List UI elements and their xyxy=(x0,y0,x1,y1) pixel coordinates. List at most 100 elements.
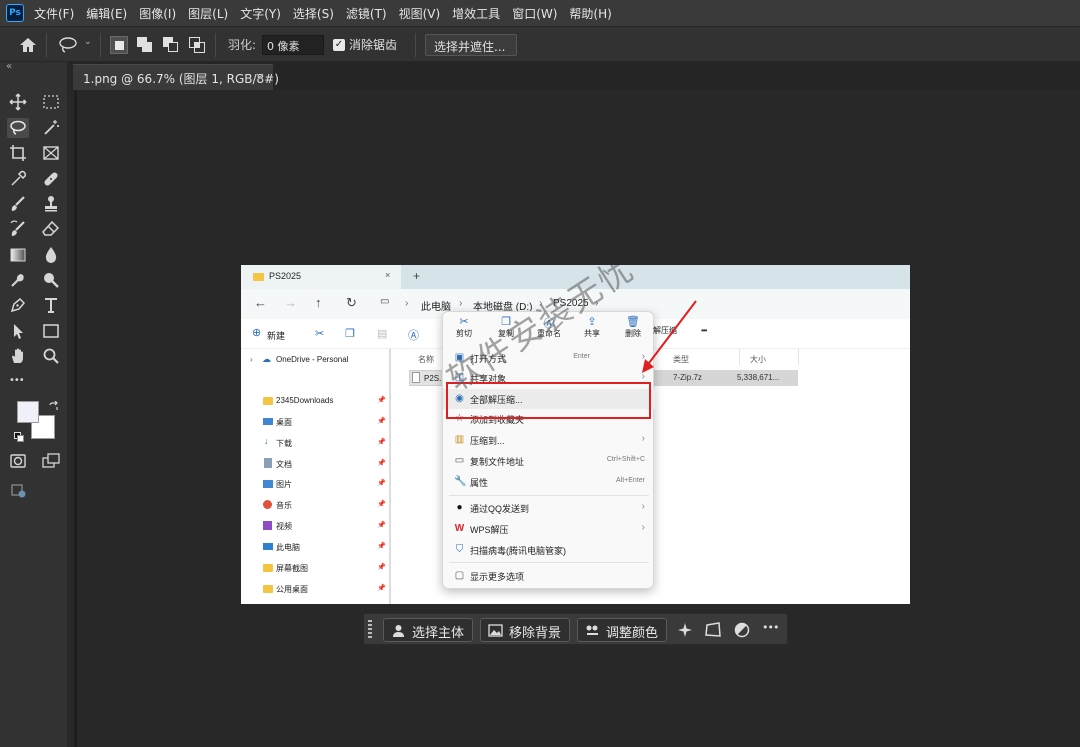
eyedropper-tool-icon[interactable] xyxy=(7,169,29,189)
healing-brush-tool-icon[interactable] xyxy=(40,169,62,189)
menu-plugins[interactable]: 增效工具 xyxy=(452,5,500,22)
divider xyxy=(100,33,101,57)
close-tab-icon[interactable]: × xyxy=(255,70,265,84)
nav-music[interactable]: 音乐 📌 xyxy=(276,500,386,514)
close-icon[interactable]: × xyxy=(385,270,390,280)
forward-icon[interactable]: → xyxy=(284,295,297,310)
menu-compress-to[interactable]: ▥ 压缩到... › xyxy=(443,430,655,450)
menu-properties[interactable]: 🔧 属性 Alt+Enter xyxy=(443,472,655,492)
nav-onedrive[interactable]: OneDrive - Personal xyxy=(276,355,348,369)
new-icon: ⊕ xyxy=(252,327,262,339)
new-selection-icon[interactable] xyxy=(110,36,128,54)
menu-send-via-qq[interactable]: ● 通过QQ发送到 › xyxy=(443,498,655,518)
eraser-tool-icon[interactable] xyxy=(40,219,62,239)
frame-tool-icon[interactable] xyxy=(40,143,62,163)
type-tool-icon[interactable] xyxy=(40,295,62,315)
intersect-selection-icon[interactable] xyxy=(188,36,206,54)
history-brush-tool-icon[interactable] xyxy=(7,219,29,239)
magic-wand-tool-icon[interactable] xyxy=(40,118,62,138)
feather-input[interactable]: 0 像素 xyxy=(262,35,324,55)
column-name[interactable]: 名称 xyxy=(418,354,434,365)
smudge-tool-icon[interactable] xyxy=(40,270,62,290)
marquee-tool-icon[interactable] xyxy=(40,92,62,112)
column-divider xyxy=(798,349,799,365)
brush-tool-icon[interactable] xyxy=(7,194,29,214)
menu-type[interactable]: 文字(Y) xyxy=(240,5,281,22)
foreground-color-swatch[interactable] xyxy=(17,401,39,423)
nav-public-desktop[interactable]: 公用桌面 📌 xyxy=(276,584,386,598)
menu-virus-scan[interactable]: ⛉ 扫描病毒(腾讯电脑管家) xyxy=(443,540,655,560)
antialias-checkbox[interactable]: ✓ xyxy=(333,39,345,51)
sparkle-icon[interactable] xyxy=(676,621,694,639)
add-selection-icon[interactable] xyxy=(136,36,154,54)
select-subject-button[interactable]: 选择主体 xyxy=(383,618,474,642)
transform-icon[interactable] xyxy=(704,621,722,639)
column-size[interactable]: 大小 xyxy=(750,354,766,365)
menu-filter[interactable]: 滤镜(T) xyxy=(346,5,387,22)
dodge-tool-icon[interactable] xyxy=(7,270,29,290)
nav-this-pc[interactable]: 此电脑 📌 xyxy=(276,542,386,556)
hand-tool-icon[interactable] xyxy=(7,346,29,366)
adjust-color-button[interactable]: 调整颜色 xyxy=(577,618,668,642)
back-icon[interactable]: ← xyxy=(254,295,267,310)
remove-background-button[interactable]: 移除背景 xyxy=(480,618,571,642)
adjustment-layer-icon[interactable] xyxy=(733,621,751,639)
default-colors-icon[interactable] xyxy=(14,432,24,442)
menu-window[interactable]: 窗口(W) xyxy=(512,5,557,22)
nav-videos[interactable]: 视频 📌 xyxy=(276,521,386,535)
explorer-tab[interactable]: PS2025 × xyxy=(241,265,401,289)
gradient-tool-icon[interactable] xyxy=(7,245,29,265)
lasso-icon[interactable] xyxy=(58,36,78,54)
menu-select[interactable]: 选择(S) xyxy=(293,5,334,22)
canvas-image[interactable]: PS2025 × + ← → ↑ ↻ ▭ › 此电脑 › 本地磁盘 (D:) ›… xyxy=(241,265,910,604)
new-tab-icon[interactable]: + xyxy=(413,269,420,283)
menu-file[interactable]: 文件(F) xyxy=(34,5,74,22)
move-tool-icon[interactable] xyxy=(7,92,29,112)
copy-icon[interactable]: ❐ xyxy=(345,327,355,340)
quick-mask-icon[interactable] xyxy=(7,451,29,471)
cut-icon[interactable]: ✂ xyxy=(315,327,324,340)
photoshop-logo[interactable]: Ps xyxy=(6,4,24,22)
menu-wps-extract[interactable]: W WPS解压 › xyxy=(443,519,655,539)
menu-help[interactable]: 帮助(H) xyxy=(569,5,611,22)
path-selection-tool-icon[interactable] xyxy=(7,321,29,341)
nav-pictures[interactable]: 图片 📌 xyxy=(276,479,386,493)
menu-copy-path[interactable]: ▭ 复制文件地址 Ctrl+Shift+C xyxy=(443,451,655,471)
crop-tool-icon[interactable] xyxy=(7,143,29,163)
menu-layer[interactable]: 图层(L) xyxy=(188,5,228,22)
zoom-tool-icon[interactable] xyxy=(40,346,62,366)
subtract-selection-icon[interactable] xyxy=(162,36,180,54)
menu-image[interactable]: 图像(I) xyxy=(139,5,176,22)
menu-view[interactable]: 视图(V) xyxy=(399,5,441,22)
nav-screenshots[interactable]: 屏幕截图 📌 xyxy=(276,563,386,577)
swap-colors-icon[interactable] xyxy=(48,401,60,413)
up-icon[interactable]: ↑ xyxy=(315,295,322,310)
rectangle-tool-icon[interactable] xyxy=(40,321,62,341)
drag-handle[interactable] xyxy=(368,620,372,640)
select-and-mask-button[interactable]: 选择并遮住... xyxy=(425,34,517,56)
pen-tool-icon[interactable] xyxy=(7,295,29,315)
new-button[interactable]: 新建 xyxy=(267,329,285,342)
rename-icon[interactable]: Ⓐ xyxy=(408,327,419,343)
paste-icon[interactable]: ▤ xyxy=(377,327,387,340)
nav-2345downloads[interactable]: 2345Downloads 📌 xyxy=(276,396,386,410)
menu-edit[interactable]: 编辑(E) xyxy=(86,5,127,22)
nav-documents[interactable]: 文档 📌 xyxy=(276,459,386,473)
screen-mode-icon[interactable] xyxy=(40,451,62,471)
document-tab[interactable]: 1.png @ 66.7% (图层 1, RGB/8#) × xyxy=(73,64,279,90)
clone-stamp-tool-icon[interactable] xyxy=(40,194,62,214)
home-icon[interactable] xyxy=(18,36,38,54)
cloud-docs-icon[interactable] xyxy=(7,480,29,500)
blur-tool-icon[interactable] xyxy=(40,245,62,265)
nav-desktop[interactable]: 桌面 📌 xyxy=(276,417,386,431)
more-options-icon[interactable]: ••• xyxy=(762,621,779,634)
lasso-tool-icon[interactable] xyxy=(7,118,29,138)
refresh-icon[interactable]: ↻ xyxy=(346,295,357,311)
more-tools-icon[interactable]: ••• xyxy=(9,375,25,386)
chevron-down-icon[interactable]: ⌄ xyxy=(84,37,92,47)
menu-show-more-options[interactable]: ▢ 显示更多选项 xyxy=(443,566,655,586)
collapse-panel-icon[interactable]: « xyxy=(6,61,12,72)
folder-icon xyxy=(263,397,273,405)
nav-downloads[interactable]: 下载 📌 xyxy=(276,438,386,452)
more-actions-icon[interactable]: ••• xyxy=(701,326,707,335)
